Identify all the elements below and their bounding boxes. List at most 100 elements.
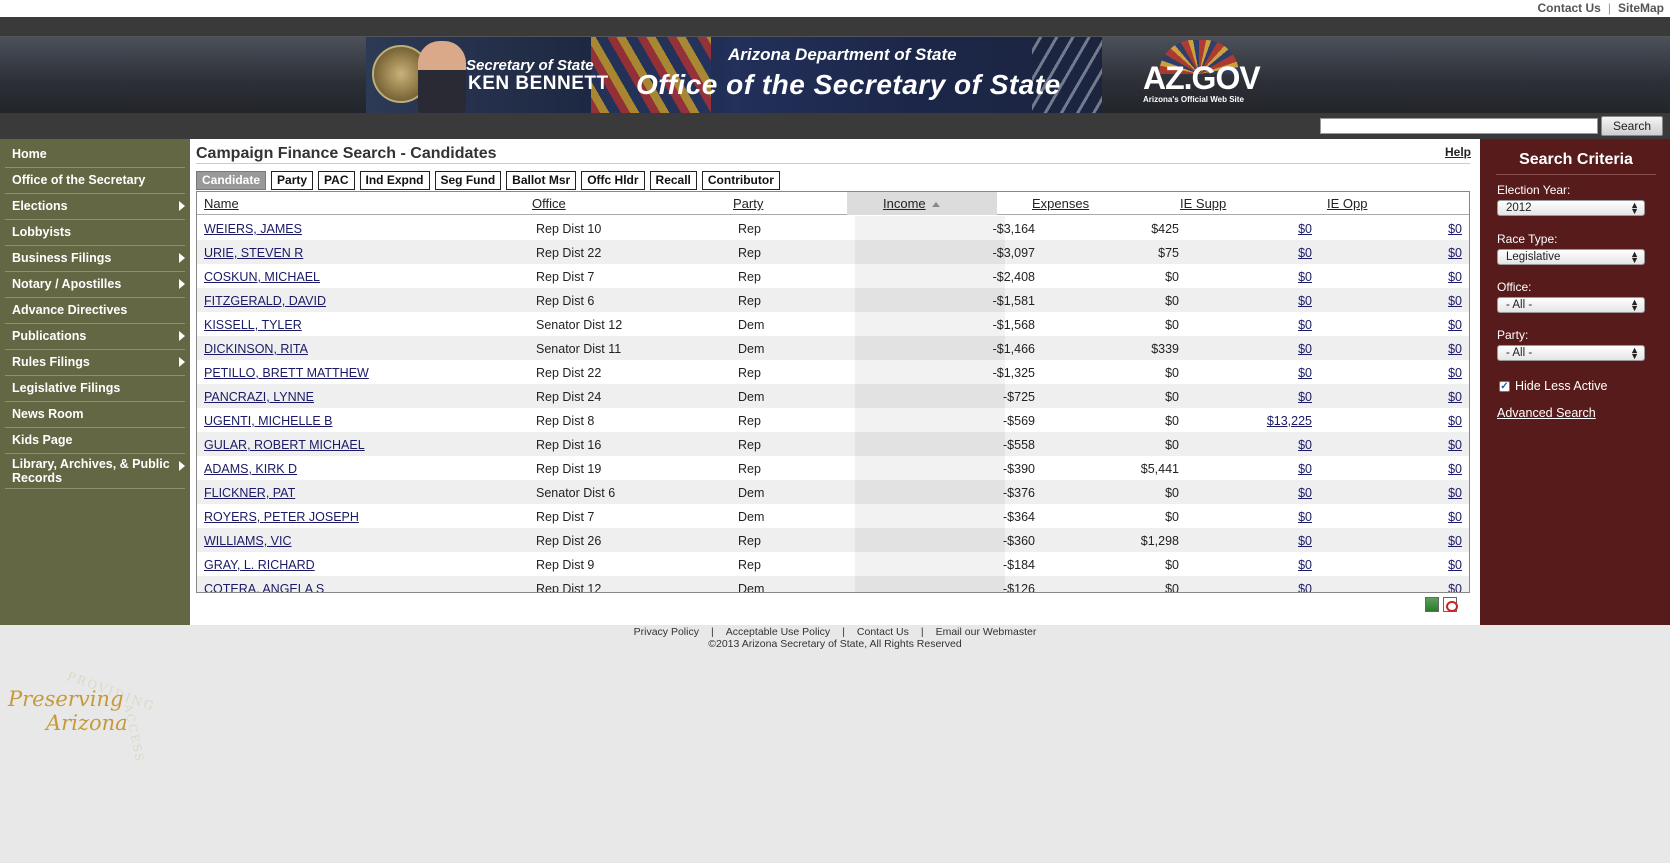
site-search-button[interactable]: Search [1601,116,1663,136]
column-header-office[interactable]: Office [532,196,566,211]
cell-name[interactable]: COTERA, ANGELA S [204,582,324,592]
cell-name[interactable]: WEIERS, JAMES [204,222,302,236]
nav-item-lobbyists[interactable]: Lobbyists [5,219,185,246]
footer-link-privacy-policy[interactable]: Privacy Policy [634,626,699,638]
cell-office: Rep Dist 22 [536,246,602,260]
cell-ie-supp[interactable]: $0 [1298,462,1312,476]
tab-ind-expnd[interactable]: Ind Expnd [359,171,430,190]
tab-offc-hldr[interactable]: Offc Hldr [581,171,645,190]
column-header-ie-opp[interactable]: IE Opp [1327,196,1367,211]
cell-ie-supp[interactable]: $0 [1298,558,1312,572]
cell-ie-supp[interactable]: $0 [1298,438,1312,452]
nav-item-advance-directives[interactable]: Advance Directives [5,297,185,324]
hide-less-active-checkbox[interactable]: ✓ [1499,380,1510,392]
cell-ie-supp[interactable]: $0 [1298,534,1312,548]
cell-ie-opp[interactable]: $0 [1448,414,1462,428]
cell-ie-supp[interactable]: $0 [1298,246,1312,260]
cell-ie-supp[interactable]: $0 [1298,510,1312,524]
cell-ie-opp[interactable]: $0 [1448,318,1462,332]
contact-us-link[interactable]: Contact Us [1538,1,1601,15]
nav-item-legislative-filings[interactable]: Legislative Filings [5,375,185,402]
cell-ie-opp[interactable]: $0 [1448,534,1462,548]
help-link[interactable]: Help [1445,145,1471,159]
cell-ie-supp[interactable]: $0 [1298,390,1312,404]
cell-ie-opp[interactable]: $0 [1448,486,1462,500]
cell-ie-supp[interactable]: $0 [1298,270,1312,284]
tab-ballot-msr[interactable]: Ballot Msr [506,171,577,190]
tab-pac[interactable]: PAC [318,171,355,190]
cell-ie-supp[interactable]: $0 [1298,486,1312,500]
sitemap-link[interactable]: SiteMap [1618,1,1664,15]
tab-contributor[interactable]: Contributor [701,171,780,190]
column-header-income[interactable]: Income [883,196,940,211]
nav-item-business-filings[interactable]: Business Filings [5,245,185,272]
nav-item-rules-filings[interactable]: Rules Filings [5,349,185,376]
income-column-shade [855,456,1005,480]
cell-name[interactable]: ROYERS, PETER JOSEPH [204,510,359,524]
excel-export-icon[interactable] [1425,597,1439,612]
hide-less-active-option[interactable]: ✓ Hide Less Active [1499,379,1607,393]
cell-ie-supp[interactable]: $0 [1298,222,1312,236]
cell-ie-supp[interactable]: $13,225 [1267,414,1312,428]
office-select[interactable]: - All - ▲ ▼ [1497,297,1645,313]
azgov-logo[interactable]: AZ.GOV Arizona's Official Web Site [1131,40,1261,110]
cell-ie-opp[interactable]: $0 [1448,558,1462,572]
cell-name[interactable]: FLICKNER, PAT [204,486,295,500]
cell-ie-opp[interactable]: $0 [1448,222,1462,236]
cell-name[interactable]: PANCRAZI, LYNNE [204,390,314,404]
cell-name[interactable]: UGENTI, MICHELLE B [204,414,333,428]
cell-ie-opp[interactable]: $0 [1448,462,1462,476]
cell-ie-opp[interactable]: $0 [1448,510,1462,524]
tab-candidate[interactable]: Candidate [196,171,267,190]
advanced-search-link[interactable]: Advanced Search [1497,406,1596,420]
cell-name[interactable]: PETILLO, BRETT MATTHEW [204,366,369,380]
nav-item-home[interactable]: Home [5,141,185,168]
nav-item-library-archives-public-records[interactable]: Library, Archives, & Public Records [5,453,185,489]
column-header-ie-supp[interactable]: IE Supp [1180,196,1226,211]
nav-item-kids-page[interactable]: Kids Page [5,427,185,454]
nav-item-notary-apostilles[interactable]: Notary / Apostilles [5,271,185,298]
cell-name[interactable]: GRAY, L. RICHARD [204,558,315,572]
cell-name[interactable]: FITZGERALD, DAVID [204,294,326,308]
cell-ie-opp[interactable]: $0 [1448,366,1462,380]
pdf-export-icon[interactable] [1443,597,1458,612]
cell-ie-opp[interactable]: $0 [1448,438,1462,452]
site-search-input[interactable] [1320,118,1598,134]
party-select[interactable]: - All - ▲ ▼ [1497,345,1645,361]
tab-seg-fund[interactable]: Seg Fund [434,171,502,190]
cell-name[interactable]: DICKINSON, RITA [204,342,308,356]
race-type-select[interactable]: Legislative ▲ ▼ [1497,249,1645,265]
site-banner[interactable]: Secretary of State KEN BENNETT Arizona D… [366,37,1102,113]
tab-recall[interactable]: Recall [649,171,697,190]
cell-name[interactable]: WILLIAMS, VIC [204,534,292,548]
column-header-name[interactable]: Name [204,196,239,211]
cell-ie-opp[interactable]: $0 [1448,390,1462,404]
cell-ie-supp[interactable]: $0 [1298,318,1312,332]
nav-item-news-room[interactable]: News Room [5,401,185,428]
cell-ie-opp[interactable]: $0 [1448,294,1462,308]
cell-ie-supp[interactable]: $0 [1298,582,1312,592]
nav-item-office-of-the-secretary[interactable]: Office of the Secretary [5,167,185,194]
tab-party[interactable]: Party [271,171,314,190]
results-table[interactable]: Name Office Party Income Expenses IE Sup… [196,191,1470,593]
column-header-party[interactable]: Party [733,196,763,211]
nav-item-publications[interactable]: Publications [5,323,185,350]
cell-ie-opp[interactable]: $0 [1448,270,1462,284]
cell-ie-opp[interactable]: $0 [1448,582,1462,592]
footer-link-acceptable-use-policy[interactable]: Acceptable Use Policy [726,626,830,638]
cell-ie-supp[interactable]: $0 [1298,366,1312,380]
cell-name[interactable]: COSKUN, MICHAEL [204,270,320,284]
cell-ie-supp[interactable]: $0 [1298,342,1312,356]
cell-name[interactable]: KISSELL, TYLER [204,318,302,332]
cell-name[interactable]: GULAR, ROBERT MICHAEL [204,438,365,452]
cell-name[interactable]: URIE, STEVEN R [204,246,303,260]
cell-ie-opp[interactable]: $0 [1448,342,1462,356]
nav-item-elections[interactable]: Elections [5,193,185,220]
cell-name[interactable]: ADAMS, KIRK D [204,462,297,476]
footer-link-contact-us[interactable]: Contact Us [857,626,909,638]
cell-ie-opp[interactable]: $0 [1448,246,1462,260]
election-year-select[interactable]: 2012 ▲ ▼ [1497,200,1645,216]
column-header-expenses[interactable]: Expenses [1032,196,1089,211]
cell-ie-supp[interactable]: $0 [1298,294,1312,308]
footer-link-email-our-webmaster[interactable]: Email our Webmaster [936,626,1037,638]
